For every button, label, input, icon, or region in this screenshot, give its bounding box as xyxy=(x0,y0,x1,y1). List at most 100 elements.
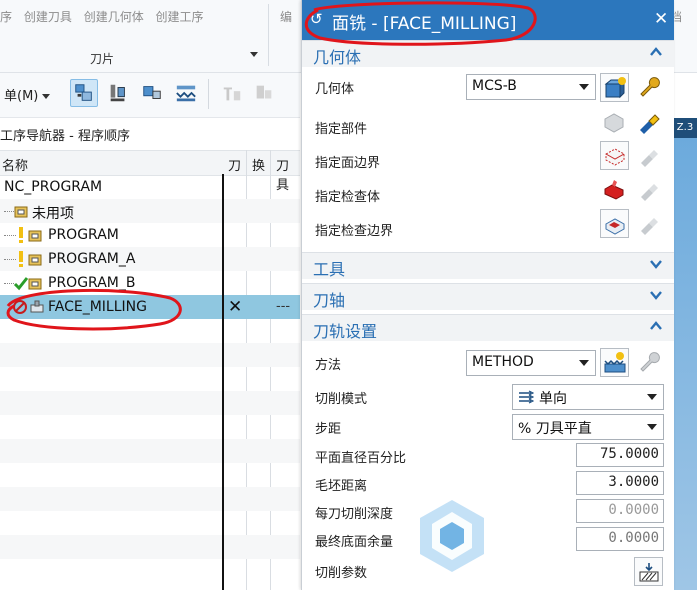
edit-method-button[interactable] xyxy=(634,348,662,376)
tree-connector xyxy=(4,211,14,212)
depth-per-cut-input[interactable]: 0.0000 xyxy=(576,499,664,523)
graphics-window-edge: Z.3 xyxy=(673,118,697,590)
ribbon-group-expand-icon[interactable] xyxy=(250,52,258,57)
empty-row xyxy=(0,343,300,367)
method-view-icon xyxy=(176,85,196,102)
percent-diameter-input[interactable]: 75.0000 xyxy=(576,443,664,467)
tree-row-program-b[interactable]: PROGRAM_B xyxy=(0,271,300,295)
column-header-tool[interactable]: 刀 xyxy=(228,155,241,174)
column-header-change[interactable]: 换 xyxy=(252,155,265,174)
ribbon-group-label: 刀片 xyxy=(90,52,115,66)
reset-icon[interactable]: ↺ xyxy=(310,10,323,28)
specify-face-boundary-label: 指定面边界 xyxy=(315,156,381,171)
display-part-button[interactable] xyxy=(634,108,662,136)
navigator-toolbar: 单(M) xyxy=(0,73,300,118)
stepover-select[interactable]: % 刀具平直 xyxy=(512,414,664,440)
geometry-select-value: MCS-B xyxy=(472,78,517,94)
ribbon-cmd-sequence[interactable]: 序 xyxy=(0,10,12,24)
close-button[interactable]: ✕ xyxy=(654,9,668,29)
empty-row xyxy=(0,391,300,415)
tool-disabled-button-2[interactable] xyxy=(250,79,278,107)
machine-tool-view-button[interactable] xyxy=(104,79,132,107)
method-label: 方法 xyxy=(315,358,342,373)
tree-row-label: PROGRAM_A xyxy=(48,251,136,267)
specify-part-button[interactable] xyxy=(600,108,628,136)
edit-geometry-button[interactable] xyxy=(634,73,662,101)
graphics-window-label: Z.3 xyxy=(673,118,697,138)
specify-check-boundary-button[interactable] xyxy=(600,209,629,238)
empty-row xyxy=(0,487,300,511)
section-tool[interactable]: 工具 xyxy=(302,252,674,279)
flashlight-icon xyxy=(641,184,658,201)
final-floor-stock-input[interactable]: 0.0000 xyxy=(576,527,664,551)
display-check-body-button[interactable] xyxy=(634,175,662,203)
specify-face-boundary-button[interactable] xyxy=(600,141,629,170)
watermark-logo-icon xyxy=(420,500,484,572)
ribbon-cmd-create-tool[interactable]: 创建刀具 xyxy=(24,10,72,24)
ribbon-cmd-create-geometry[interactable]: 创建几何体 xyxy=(84,10,144,24)
ribbon-divider xyxy=(268,4,269,66)
section-geometry-label: 几何体 xyxy=(313,48,362,67)
tree-row-program-a[interactable]: PROGRAM_A xyxy=(0,247,300,271)
geometry-label: 几何体 xyxy=(315,82,355,97)
method-select[interactable]: METHOD xyxy=(466,350,596,376)
display-check-boundary-button[interactable] xyxy=(634,209,662,237)
percent-diameter-value: 75.0000 xyxy=(599,446,659,462)
specify-check-boundary-label: 指定检查边界 xyxy=(315,224,394,239)
flashlight-icon xyxy=(640,114,660,134)
geometry-view-button[interactable] xyxy=(138,79,166,107)
new-geometry-button[interactable] xyxy=(600,73,629,102)
chevron-up-icon xyxy=(650,321,662,330)
chevron-down-icon xyxy=(579,84,589,90)
tree-row-unused[interactable]: 未用项 xyxy=(0,199,300,223)
empty-row xyxy=(0,535,300,559)
zig-icon xyxy=(519,390,534,404)
tree-row-nc-program[interactable]: NC_PROGRAM xyxy=(0,175,300,199)
final-floor-stock-value: 0.0000 xyxy=(608,530,659,546)
chevron-down-icon xyxy=(650,260,662,269)
method-view-button[interactable] xyxy=(172,79,200,107)
column-header-name[interactable]: 名称 xyxy=(2,155,28,174)
chevron-down-icon xyxy=(579,360,589,366)
check-icon xyxy=(13,277,29,291)
blank-distance-input[interactable]: 3.0000 xyxy=(576,471,664,495)
tool-disabled-button-1[interactable] xyxy=(218,79,246,107)
menu-button[interactable]: 单(M) xyxy=(4,85,51,104)
cut-mode-select[interactable]: 单向 xyxy=(512,384,664,410)
navigator-header: 名称 刀 换 刀具 xyxy=(0,150,300,193)
tree-row-face-milling[interactable]: FACE_MILLING ✕ --- xyxy=(0,295,300,319)
chevron-down-icon xyxy=(647,394,657,400)
chevron-down-icon xyxy=(647,424,657,430)
section-path-settings[interactable]: 刀轨设置 xyxy=(302,314,674,341)
tree-row-label: NC_PROGRAM xyxy=(4,179,103,195)
tree-row-program[interactable]: PROGRAM xyxy=(0,223,300,247)
section-tool-axis[interactable]: 刀轴 xyxy=(302,283,674,310)
warning-icon xyxy=(19,251,23,267)
blank-distance-value: 3.0000 xyxy=(608,474,659,490)
chevron-up-icon xyxy=(650,47,662,56)
section-path-settings-label: 刀轨设置 xyxy=(313,322,378,341)
new-method-button[interactable] xyxy=(600,348,629,377)
cutting-params-button[interactable] xyxy=(634,557,663,586)
geometry-select[interactable]: MCS-B xyxy=(466,74,596,100)
dialog-title-bar: ↺ 面铣 - [FACE_MILLING] ✕ xyxy=(302,0,674,40)
geometry-view-icon xyxy=(143,86,161,99)
section-geometry[interactable]: 几何体 xyxy=(302,40,674,67)
flashlight-icon xyxy=(641,218,658,235)
display-face-boundary-button[interactable] xyxy=(634,141,662,169)
cut-mode-label: 切削模式 xyxy=(315,392,368,407)
ribbon-cmd-create-operation[interactable]: 创建工序 xyxy=(156,10,204,24)
part-icon xyxy=(604,113,624,133)
operation-icon xyxy=(30,300,44,313)
blank-distance-label: 毛坯距离 xyxy=(315,479,368,494)
program-folder-icon xyxy=(28,230,42,242)
ribbon-cmd-edit[interactable]: 编 xyxy=(280,8,292,25)
chevron-down-icon xyxy=(650,291,662,300)
tree-connector xyxy=(4,259,16,260)
method-select-value: METHOD xyxy=(472,354,534,370)
new-geometry-icon xyxy=(604,76,626,98)
empty-row xyxy=(0,439,300,463)
specify-check-body-button[interactable] xyxy=(600,175,628,203)
program-order-view-button[interactable] xyxy=(70,79,98,107)
chevron-down-icon xyxy=(42,94,51,99)
